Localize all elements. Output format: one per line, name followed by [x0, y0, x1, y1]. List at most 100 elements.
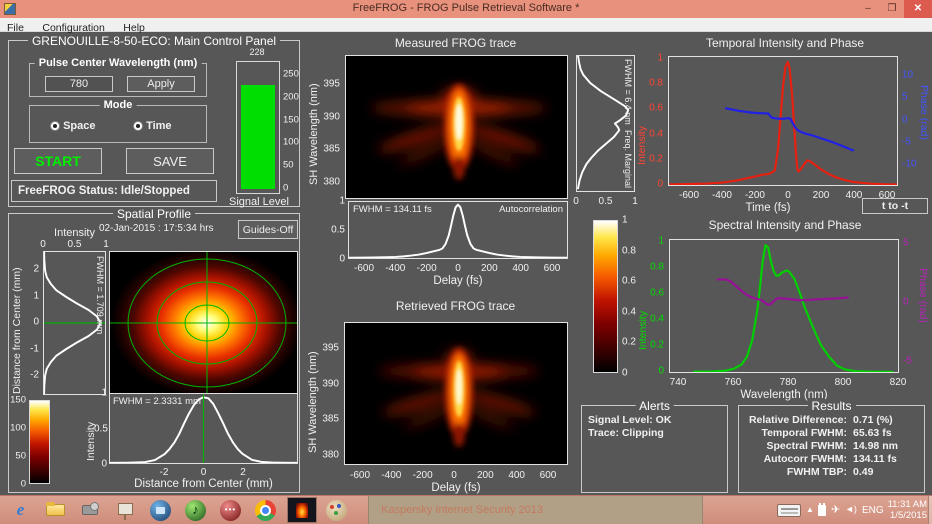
ie-icon[interactable]: e — [10, 500, 31, 521]
spatial-vertical-plot: FWHM = 1.709 mm — [43, 251, 106, 395]
devices-icon[interactable] — [80, 500, 101, 521]
apply-button[interactable]: Apply — [127, 76, 195, 92]
spatial-horizontal-yticks: 10.50 — [94, 393, 107, 464]
touch-keyboard-icon[interactable] — [777, 504, 801, 517]
main-control-panel: GRENOUILLE-8-50-ECO: Main Control Panel … — [8, 40, 300, 207]
easel-icon[interactable] — [115, 500, 136, 521]
start-button[interactable]: START — [14, 148, 102, 174]
result-row: FWHM TBP: 0.49 — [739, 466, 924, 478]
spatial-vertical-fwhm: FWHM = 1.709 mm — [95, 256, 105, 334]
mode-group-title: Mode — [100, 99, 137, 111]
temporal-left-ticks: 10.80.60.40.20 — [646, 58, 663, 184]
signal-value: 228 — [231, 47, 283, 57]
music-icon[interactable]: ♪ — [185, 500, 206, 521]
alert-signal-level: Signal Level: OK — [588, 414, 671, 426]
maximize-button[interactable]: ❒ — [880, 0, 904, 18]
media-player-icon[interactable] — [150, 500, 171, 521]
spatial-horizontal-xlabel: Distance from Center (mm) — [109, 478, 298, 490]
spectral-right-ticks: 50-5 — [903, 243, 917, 361]
spatial-profile-title: Spatial Profile — [113, 207, 195, 221]
spatial-colorbar-ticks: 150100500 — [9, 400, 26, 484]
close-button[interactable]: ✕ — [904, 0, 932, 18]
retrieved-ylabel: SH Wavelength (nm) — [307, 338, 319, 453]
spatial-vertical-yticks: 210-1-2 — [25, 269, 39, 375]
chrome-icon[interactable] — [255, 500, 276, 521]
results-title: Results — [807, 399, 855, 413]
temporal-chart — [669, 57, 897, 185]
spatial-vertical-ylabel: Distance from Center (mm) — [11, 254, 23, 394]
spatial-timestamp: 02-Jan-2015 : 17:5:34 hrs — [99, 223, 214, 234]
spectral-left-ticks: 10.80.60.40.20 — [647, 241, 664, 371]
signal-level-label: Signal Level — [219, 196, 299, 208]
result-value: 134.11 fs — [847, 453, 897, 465]
menu-configuration[interactable]: Configuration — [35, 21, 111, 35]
result-value: 65.63 fs — [847, 427, 892, 439]
temporal-phase-label: Phase (rad) — [918, 85, 930, 165]
menu-help[interactable]: Help — [116, 21, 152, 35]
alert-trace: Trace: Clipping — [588, 427, 664, 439]
freq-marginal-fwhm: FWHM = 6.4 nm — [623, 59, 633, 125]
retrieved-trace-image — [344, 322, 568, 465]
freefrog-taskbar-icon[interactable] — [287, 497, 317, 523]
measured-trace-art — [346, 56, 567, 198]
menu-bar: File Configuration Help — [0, 18, 932, 32]
spatial-horizontal-fwhm: FWHM = 2.3331 mm — [113, 396, 201, 407]
retrieved-xlabel: Delay (fs) — [344, 482, 568, 494]
spectral-plot — [669, 239, 899, 373]
freq-marginal-label: Freq. Marginal — [623, 130, 633, 188]
spatial-horizontal-plot: FWHM = 2.3331 mm — [109, 393, 298, 464]
wavelength-group: Pulse Center Wavelength (nm) 780 Apply — [29, 63, 207, 97]
radio-time[interactable]: Time — [133, 120, 172, 132]
kaspersky-taskbar-button[interactable]: Kaspersky Internet Security 2013 — [368, 496, 703, 524]
result-value: 0.71 (%) — [847, 414, 893, 426]
radio-space-label: Space — [63, 120, 95, 132]
spectral-title: Spectral Intensity and Phase — [655, 218, 915, 232]
temporal-xlabel: Time (fs) — [668, 202, 868, 214]
signal-level-ticks: 250200150100500 — [283, 74, 301, 188]
alerts-panel: Alerts Signal Level: OK Trace: Clipping — [581, 405, 728, 493]
power-icon[interactable] — [818, 505, 826, 516]
freefrog-window: FreeFROG - FROG Pulse Retrieval Software… — [0, 0, 932, 524]
result-label: Spectral FWHM: — [739, 440, 847, 452]
guides-off-button[interactable]: Guides-Off — [238, 220, 298, 239]
language-indicator[interactable]: ENG — [862, 505, 884, 516]
kaspersky-label: Kaspersky Internet Security 2013 — [381, 504, 543, 516]
temporal-int-label: Intensity — [636, 85, 648, 165]
wavelength-input[interactable]: 780 — [45, 76, 113, 92]
wavelength-group-title: Pulse Center Wavelength (nm) — [35, 57, 202, 69]
radio-space[interactable]: Space — [50, 120, 95, 132]
menu-file[interactable]: File — [0, 21, 31, 35]
airplane-mode-icon[interactable]: ✈ — [831, 503, 840, 516]
result-row: Spectral FWHM: 14.98 nm — [739, 440, 924, 452]
media-red-icon[interactable]: ••• — [220, 500, 241, 521]
volume-icon[interactable]: ◄) — [845, 504, 857, 514]
spectral-phase-label: Phase (rad) — [917, 268, 929, 348]
result-label: Autocorr FWHM: — [739, 453, 847, 465]
taskbar: e ♪ ••• Kaspersky In — [0, 495, 932, 524]
minimize-button[interactable]: – — [856, 0, 880, 18]
autocorr-xlabel: Delay (fs) — [348, 275, 568, 287]
measured-ylabel: SH Wavelength (nm) — [308, 70, 320, 185]
beam-profile-image — [109, 251, 298, 395]
radio-time-icon[interactable] — [133, 121, 143, 131]
autocorr-yticks: 10.50 — [331, 201, 345, 259]
window-title: FreeFROG - FROG Pulse Retrieval Software… — [0, 2, 932, 14]
result-label: Relative Difference: — [739, 414, 847, 426]
title-bar[interactable]: FreeFROG - FROG Pulse Retrieval Software… — [0, 0, 932, 18]
results-panel: Results Relative Difference: 0.71 (%) Te… — [738, 405, 925, 493]
clock-date: 1/5/2015 — [884, 510, 927, 521]
spectral-chart — [670, 240, 898, 372]
tray-expand-icon[interactable]: ▲ — [806, 505, 814, 514]
show-desktop-button[interactable] — [928, 496, 932, 524]
radio-space-icon[interactable] — [50, 121, 60, 131]
spatial-profile-panel: Spatial Profile 02-Jan-2015 : 17:5:34 hr… — [8, 213, 300, 493]
signal-level-fill — [241, 85, 275, 189]
paint-palette-icon[interactable] — [326, 500, 347, 521]
clock[interactable]: 11:31 AM 1/5/2015 — [884, 499, 927, 521]
t-to-minus-t-button[interactable]: t to -t — [862, 198, 928, 214]
freq-marginal-plot: FWHM = 6.4 nm Freq. Marginal — [576, 55, 635, 192]
explorer-icon[interactable] — [45, 500, 66, 521]
alerts-title: Alerts — [635, 399, 674, 413]
save-button[interactable]: SAVE — [126, 148, 214, 174]
retrieved-title: Retrieved FROG trace — [333, 299, 578, 313]
